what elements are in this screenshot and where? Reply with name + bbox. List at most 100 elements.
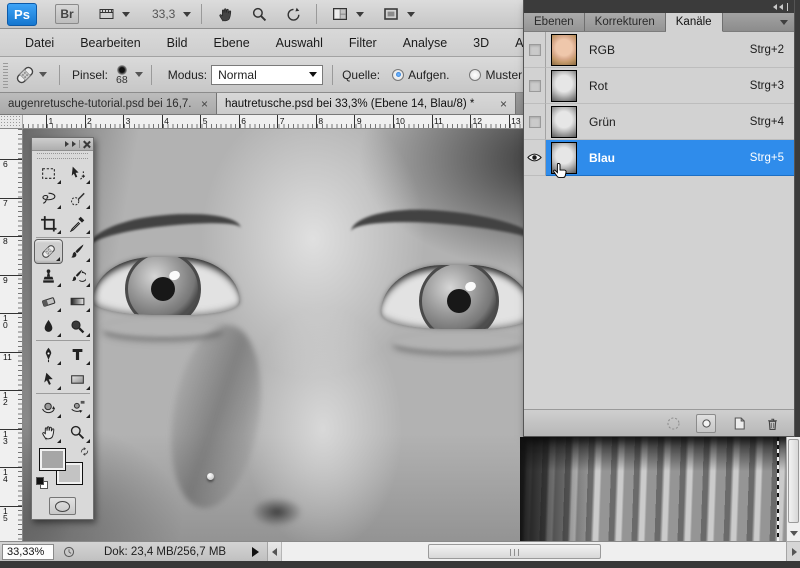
document-tab-1[interactable]: augenretusche-tutorial.psd bei 16,7...× <box>0 93 217 114</box>
scroll-left-arrow[interactable] <box>268 542 282 562</box>
status-timer-icon[interactable] <box>62 545 76 559</box>
panel-tab-ebenen[interactable]: Ebenen <box>524 13 585 31</box>
channel-thumbnail[interactable] <box>551 34 577 66</box>
vertical-scrollbar-thumb[interactable] <box>788 439 799 523</box>
quick-selection-tool[interactable] <box>63 186 92 211</box>
tools-palette-titlebar[interactable] <box>32 138 93 151</box>
menu-datei[interactable]: Datei <box>12 29 67 57</box>
menu-bild[interactable]: Bild <box>154 29 201 57</box>
palette-drag-grip[interactable] <box>37 153 88 159</box>
mode-select[interactable]: Normal <box>211 65 323 85</box>
status-zoom-field[interactable]: 33,33% <box>2 544 54 560</box>
brush-dropdown-arrow[interactable] <box>135 72 143 77</box>
channel-thumbnail[interactable] <box>551 106 577 138</box>
document-tab-2[interactable]: hautretusche.psd bei 33,3% (Ebene 14, Bl… <box>217 93 516 114</box>
swap-colors-icon[interactable] <box>79 446 90 457</box>
menu-filter[interactable]: Filter <box>336 29 390 57</box>
collapse-dock-icon[interactable] <box>779 4 783 10</box>
zoom-tool[interactable] <box>63 420 92 445</box>
status-flyout-arrow[interactable] <box>252 547 259 557</box>
tab-close-icon[interactable]: × <box>500 99 507 109</box>
collapse-dock-icon[interactable] <box>773 4 777 10</box>
expand-dock-icon[interactable] <box>65 141 69 147</box>
channel-row-rot[interactable]: RotStrg+3 <box>524 68 794 104</box>
move-tool[interactable] <box>63 161 92 186</box>
quick-mask-button[interactable] <box>49 497 76 515</box>
clone-stamp-tool[interactable] <box>34 264 63 289</box>
new-channel-icon[interactable] <box>729 414 749 433</box>
panel-dock-titlebar[interactable] <box>524 0 794 13</box>
eraser-tool[interactable] <box>34 289 63 314</box>
pen-tool[interactable] <box>34 342 63 367</box>
load-channel-selection-icon[interactable] <box>663 414 683 433</box>
close-palette-icon[interactable] <box>83 141 90 148</box>
panel-menu-icon[interactable] <box>780 20 788 25</box>
healing-brush-tool[interactable] <box>34 239 63 264</box>
eyedropper-tool[interactable] <box>63 211 92 236</box>
menu-auswahl[interactable]: Auswahl <box>263 29 336 57</box>
menu-analyse[interactable]: Analyse <box>390 29 460 57</box>
screen-mode-dropdown-arrow[interactable] <box>407 12 415 17</box>
arrange-documents-icon[interactable] <box>327 4 353 24</box>
default-colors-icon[interactable] <box>36 477 48 489</box>
channel-row-rgb[interactable]: RGBStrg+2 <box>524 32 794 68</box>
visibility-toggle-empty[interactable] <box>524 104 546 140</box>
rotate-view-tool-icon[interactable] <box>280 4 306 24</box>
visibility-eye-icon[interactable] <box>524 140 546 176</box>
lasso-tool[interactable] <box>34 186 63 211</box>
zoom-dropdown-arrow[interactable] <box>183 12 191 17</box>
panel-tab-korrekturen[interactable]: Korrekturen <box>585 13 666 31</box>
tool-flyout-indicator <box>57 386 61 390</box>
3d-rotate-tool[interactable] <box>34 395 63 420</box>
screen-mode-icon[interactable] <box>378 4 404 24</box>
foreground-color-swatch[interactable] <box>39 448 66 471</box>
channel-row-grn[interactable]: GrünStrg+4 <box>524 104 794 140</box>
tool-preset-picker[interactable] <box>8 64 55 86</box>
rectangular-marquee-tool[interactable] <box>34 161 63 186</box>
3d-orbit-tool[interactable] <box>63 395 92 420</box>
expand-dock-icon[interactable] <box>72 141 76 147</box>
view-extras-icon[interactable] <box>93 4 119 24</box>
horizontal-scrollbar-thumb[interactable] <box>428 544 601 559</box>
ruler-number: 8 <box>3 238 12 245</box>
crop-tool[interactable] <box>34 211 63 236</box>
menu-ebene[interactable]: Ebene <box>201 29 263 57</box>
channel-list: RGBStrg+2RotStrg+3GrünStrg+4BlauStrg+5 <box>524 32 794 176</box>
scroll-right-arrow[interactable] <box>787 541 800 561</box>
scroll-down-arrow[interactable] <box>787 525 800 541</box>
bridge-button[interactable]: Br <box>55 4 79 24</box>
visibility-toggle-empty[interactable] <box>524 32 546 68</box>
type-tool[interactable] <box>63 342 92 367</box>
view-extras-dropdown-arrow[interactable] <box>122 12 130 17</box>
ruler-vertical[interactable]: 6789101112131415 <box>0 129 23 541</box>
save-selection-as-channel-icon[interactable] <box>696 414 716 433</box>
hand-tool[interactable] <box>34 420 63 445</box>
channel-shortcut: Strg+3 <box>750 80 784 92</box>
path-selection-tool[interactable] <box>34 367 63 392</box>
document-size-info[interactable]: Dok: 23,4 MB/256,7 MB <box>104 546 226 558</box>
horizontal-scrollbar[interactable] <box>267 542 786 562</box>
visibility-toggle-empty[interactable] <box>524 68 546 104</box>
gradient-tool[interactable] <box>63 289 92 314</box>
vertical-scrollbar[interactable] <box>786 437 800 561</box>
history-brush-tool[interactable] <box>63 264 92 289</box>
arrange-documents-dropdown-arrow[interactable] <box>356 12 364 17</box>
channel-thumbnail[interactable] <box>551 70 577 102</box>
menu-3d[interactable]: 3D <box>460 29 502 57</box>
source-pattern-radio[interactable] <box>469 69 481 81</box>
tab-close-icon[interactable]: × <box>201 99 208 109</box>
shape-tool[interactable] <box>63 367 92 392</box>
zoom-tool-icon[interactable] <box>246 4 272 24</box>
hand-tool-icon[interactable] <box>212 4 238 24</box>
brush-size-preview[interactable]: 68 <box>116 65 128 85</box>
ruler-horizontal[interactable]: 12345678910111213 <box>23 115 523 129</box>
source-sampled-radio[interactable] <box>392 69 404 81</box>
dodge-tool[interactable] <box>63 314 92 339</box>
source-label: Quelle: <box>342 68 380 82</box>
menu-bearbeiten[interactable]: Bearbeiten <box>67 29 153 57</box>
brush-tool[interactable] <box>63 239 92 264</box>
panel-tab-kanle[interactable]: Kanäle <box>666 13 723 32</box>
blur-tool[interactable] <box>34 314 63 339</box>
delete-channel-icon[interactable] <box>762 414 782 433</box>
zoom-level-value[interactable]: 33,3 <box>152 7 175 21</box>
